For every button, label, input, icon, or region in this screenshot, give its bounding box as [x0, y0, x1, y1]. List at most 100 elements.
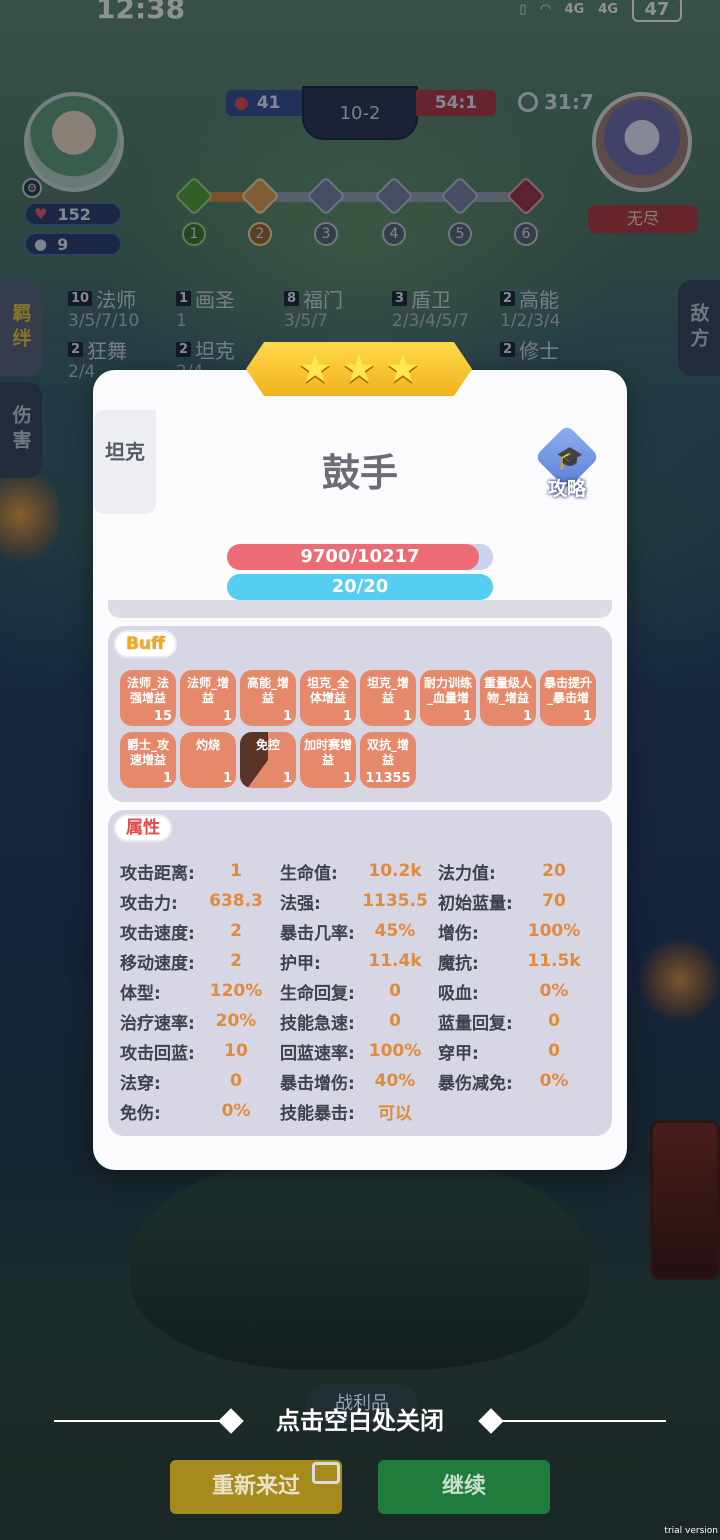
attribute-key: 增伤:	[438, 923, 479, 944]
close-hint-text: 点击空白处关闭	[276, 1407, 444, 1435]
attribute-key: 攻击速度:	[120, 923, 195, 944]
buff-tile[interactable]: 免控 1	[240, 732, 296, 788]
buff-value: 1	[462, 709, 472, 724]
attribute-key: 法强:	[280, 893, 321, 914]
attribute-row: 免伤: 0%	[120, 1096, 280, 1126]
hp-bar: 9700/10217	[227, 544, 493, 570]
section-divider	[108, 600, 612, 618]
diamond-icon-left	[218, 1408, 244, 1434]
mana-text: 20/20	[331, 576, 389, 597]
attribute-row: 攻击速度: 2	[120, 916, 280, 946]
unit-class-tag: 坦克	[94, 410, 156, 514]
attribute-value: 11.4k	[368, 951, 422, 971]
attribute-value: 20%	[215, 1011, 257, 1031]
buff-tile[interactable]: 坦克_全体增益 1	[300, 670, 356, 726]
attributes-panel: 属性 攻击距离: 1 生命值: 10.2k 法力值: 20 攻击力: 638.3 法强: 1135…	[108, 810, 612, 1136]
buff-title: Buff	[114, 630, 177, 658]
attributes-title: 属性	[114, 814, 172, 842]
attributes-grid: 攻击距离: 1 生命值: 10.2k 法力值: 20 攻击力: 638.3 法强: 1135.5 初…	[120, 856, 608, 1126]
attribute-row: 移动速度: 2	[120, 946, 280, 976]
attribute-key: 暴伤减免:	[438, 1073, 513, 1094]
attribute-row: 技能急速: 0	[280, 1006, 438, 1036]
attribute-row: 体型: 120%	[120, 976, 280, 1006]
attribute-value: 100%	[368, 1041, 422, 1061]
retry-label: 重新来过	[211, 1474, 300, 1499]
retry-button[interactable]: 重新来过	[170, 1460, 342, 1514]
divider-line-left	[54, 1420, 224, 1422]
attribute-value: 0	[389, 1011, 401, 1031]
buff-tile[interactable]: 重量级人物_增益 1	[480, 670, 536, 726]
video-ad-icon	[312, 1462, 340, 1484]
close-hint[interactable]: 点击空白处关闭	[0, 1402, 720, 1440]
attribute-value: 可以	[378, 1103, 412, 1124]
attribute-row: 暴伤减免: 0%	[438, 1066, 608, 1096]
attribute-value: 100%	[527, 921, 581, 941]
buff-tile[interactable]: 灼烧 1	[180, 732, 236, 788]
attribute-key: 法穿:	[120, 1073, 161, 1094]
attribute-key: 初始蓝量:	[438, 893, 513, 914]
attribute-value: 0%	[221, 1101, 251, 1121]
attribute-row: 法强: 1135.5	[280, 886, 438, 916]
buff-panel: Buff 法师_法强增益 15 法师_增益 1 高能_增益 1 坦克_全体增益 1 坦克_增益 1…	[108, 626, 612, 802]
buff-label: 爵士_攻速增益	[126, 738, 169, 767]
buff-value: 1	[582, 709, 592, 724]
attribute-value: 10	[224, 1041, 248, 1061]
attribute-key: 攻击距离:	[120, 863, 195, 884]
attribute-key: 蓝量回复:	[438, 1013, 513, 1034]
attribute-key: 体型:	[120, 983, 161, 1004]
attribute-key: 生命回复:	[280, 983, 355, 1004]
buff-value: 1	[342, 771, 352, 786]
trial-watermark: trial version	[664, 1526, 718, 1536]
attribute-value: 40%	[374, 1071, 416, 1091]
buff-tile[interactable]: 爵士_攻速增益 1	[120, 732, 176, 788]
attribute-row: 法力值: 20	[438, 856, 608, 886]
attribute-value: 2	[230, 951, 242, 971]
buff-tile[interactable]: 法师_法强增益 15	[120, 670, 176, 726]
buff-value: 1	[162, 771, 172, 786]
attribute-row	[438, 1096, 608, 1126]
buff-tile[interactable]: 法师_增益 1	[180, 670, 236, 726]
attribute-row: 暴击几率: 45%	[280, 916, 438, 946]
attribute-value: 638.3	[209, 891, 263, 911]
buff-value: 1	[522, 709, 532, 724]
buff-label: 坦克_增益	[366, 676, 409, 705]
buff-value: 1	[282, 771, 292, 786]
attribute-row: 攻击回蓝: 10	[120, 1036, 280, 1066]
attribute-key: 法力值:	[438, 863, 496, 884]
attribute-key: 回蓝速率:	[280, 1043, 355, 1064]
attribute-row: 治疗速率: 20%	[120, 1006, 280, 1036]
attribute-value: 0	[548, 1011, 560, 1031]
attribute-key: 攻击力:	[120, 893, 178, 914]
buff-label: 耐力训练_血量增	[423, 676, 472, 705]
buff-value: 1	[402, 709, 412, 724]
attribute-row: 暴击增伤: 40%	[280, 1066, 438, 1096]
attribute-row: 法穿: 0	[120, 1066, 280, 1096]
attribute-value: 120%	[209, 981, 263, 1001]
attribute-key: 治疗速率:	[120, 1013, 195, 1034]
continue-button[interactable]: 继续	[378, 1460, 550, 1514]
attribute-key: 技能暴击:	[280, 1103, 355, 1124]
buff-tile[interactable]: 坦克_增益 1	[360, 670, 416, 726]
unit-name: 鼓手	[321, 451, 398, 495]
attribute-row: 吸血: 0%	[438, 976, 608, 1006]
attribute-value: 2	[230, 921, 242, 941]
attribute-row: 回蓝速率: 100%	[280, 1036, 438, 1066]
buff-value: 1	[282, 709, 292, 724]
guide-button[interactable]: 🎓 攻略	[534, 424, 606, 500]
buff-tile[interactable]: 暴击提升_暴击增 1	[540, 670, 596, 726]
buff-tile[interactable]: 高能_增益 1	[240, 670, 296, 726]
attribute-key: 攻击回蓝:	[120, 1043, 195, 1064]
attribute-value: 70	[542, 891, 566, 911]
buff-tile[interactable]: 加时赛增益 1	[300, 732, 356, 788]
buff-tile[interactable]: 双抗_增益 11355	[360, 732, 416, 788]
hp-text: 9700/10217	[300, 546, 420, 567]
buff-label: 法师_法强增益	[126, 676, 169, 705]
attribute-key: 生命值:	[280, 863, 338, 884]
attribute-key: 魔抗:	[438, 953, 479, 974]
buff-label: 灼烧	[195, 738, 220, 752]
attribute-row: 魔抗: 11.5k	[438, 946, 608, 976]
buff-tile[interactable]: 耐力训练_血量增 1	[420, 670, 476, 726]
star-icon: ★	[341, 346, 377, 392]
attribute-row: 初始蓝量: 70	[438, 886, 608, 916]
mana-bar: 20/20	[227, 574, 493, 600]
